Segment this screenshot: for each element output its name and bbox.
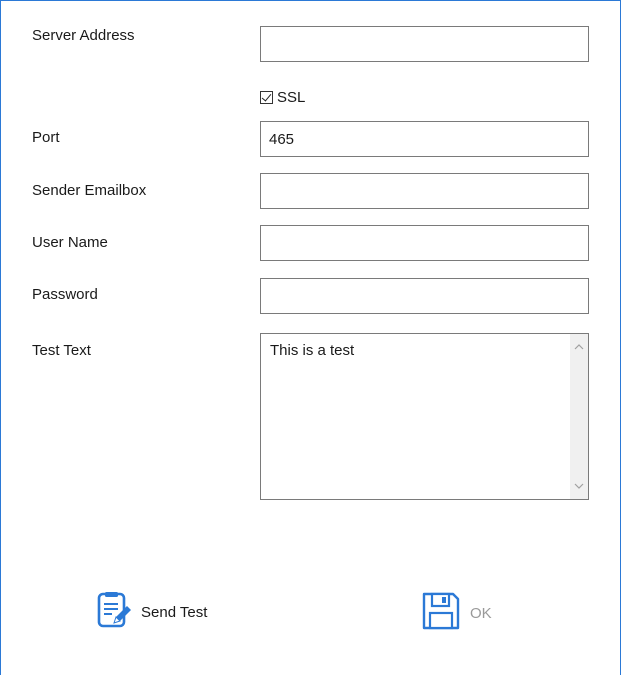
ok-label: OK [470,604,492,622]
email-settings-dialog: Server Address SSL Port Sender Emailbox … [0,0,621,675]
floppy-disk-icon [421,591,461,635]
scroll-up-icon[interactable] [570,338,588,356]
test-text-textarea[interactable]: This is a test [260,333,589,500]
password-input[interactable] [260,278,589,314]
ssl-checkbox-label: SSL [277,88,306,106]
user-name-input[interactable] [260,225,589,261]
port-label: Port [32,129,60,146]
server-address-label: Server Address [32,27,135,44]
scroll-down-icon[interactable] [570,477,588,495]
edit-document-icon [96,591,132,633]
user-name-label: User Name [32,234,108,251]
server-address-input[interactable] [260,26,589,62]
send-test-label: Send Test [141,603,208,621]
test-text-value: This is a test [270,342,355,359]
password-label: Password [32,286,98,303]
port-input[interactable] [260,121,589,157]
sender-emailbox-label: Sender Emailbox [32,182,147,199]
ssl-checkbox-box[interactable] [260,90,273,104]
ssl-checkbox[interactable]: SSL [260,87,305,107]
send-test-button[interactable]: Send Test [96,591,207,633]
ok-button[interactable]: OK [421,591,492,635]
sender-emailbox-input[interactable] [260,173,589,209]
test-text-label: Test Text [32,342,91,359]
test-text-scrollbar[interactable] [570,334,588,499]
